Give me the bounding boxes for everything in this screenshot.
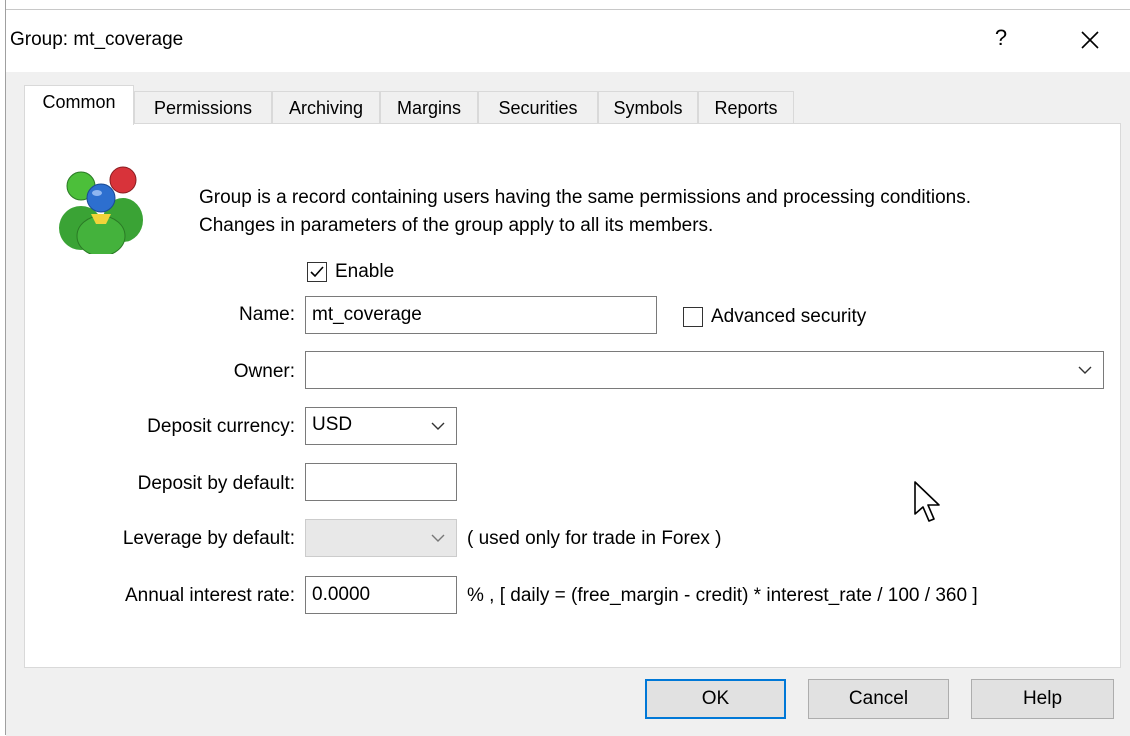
chevron-down-icon [1078,366,1092,374]
leverage-default-label: Leverage by default: [122,528,295,549]
leverage-default-select[interactable] [305,519,457,557]
deposit-currency-label: Deposit currency: [147,416,295,437]
tab-securities[interactable]: Securities [478,91,598,123]
deposit-currency-select[interactable]: USD [305,407,457,445]
mouse-pointer-icon [914,481,940,522]
name-label: Name: [239,304,295,325]
common-tab-panel: Group is a record containing users havin… [24,123,1121,668]
annual-interest-label: Annual interest rate: [124,585,295,606]
chevron-down-icon [431,534,445,542]
enable-checkbox[interactable] [307,262,327,282]
name-field[interactable]: mt_coverage [305,296,657,334]
ok-button[interactable]: OK [645,679,786,719]
background-window-edge [0,0,1130,9]
close-icon[interactable] [1072,22,1108,58]
tab-reports[interactable]: Reports [698,91,794,123]
interest-formula-note: % , [ daily = (free_margin - credit) * i… [467,585,978,606]
enable-label: Enable [335,261,395,282]
tab-margins[interactable]: Margins [380,91,478,123]
cancel-button[interactable]: Cancel [808,679,949,719]
tab-archiving[interactable]: Archiving [272,91,380,123]
tab-permissions[interactable]: Permissions [134,91,272,123]
annual-interest-field[interactable]: 0.0000 [305,576,457,614]
window-title: Group: mt_coverage [10,29,184,50]
help-button[interactable]: Help [971,679,1114,719]
user-group-icon [59,166,143,254]
advanced-security-checkbox[interactable] [683,307,703,327]
advanced-security-label: Advanced security [711,306,867,327]
tab-symbols[interactable]: Symbols [598,91,698,123]
description-line-2: Changes in parameters of the group apply… [199,215,714,236]
owner-label: Owner: [233,361,295,382]
owner-select[interactable] [305,351,1104,389]
deposit-currency-value: USD [312,414,353,435]
chevron-down-icon [431,422,445,430]
description-line-1: Group is a record containing users havin… [199,187,972,208]
tab-common[interactable]: Common [24,85,134,125]
deposit-default-label: Deposit by default: [137,473,295,494]
checkmark-icon [310,266,324,278]
leverage-note: ( used only for trade in Forex ) [467,528,722,549]
group-description: Group is a record containing users havin… [199,184,971,240]
title-bar[interactable]: Group: mt_coverage ? [6,10,1130,72]
group-dialog: Group: mt_coverage ? Common Permissions … [6,9,1130,736]
help-question-button[interactable]: ? [986,25,1016,51]
deposit-default-field[interactable] [305,463,457,501]
